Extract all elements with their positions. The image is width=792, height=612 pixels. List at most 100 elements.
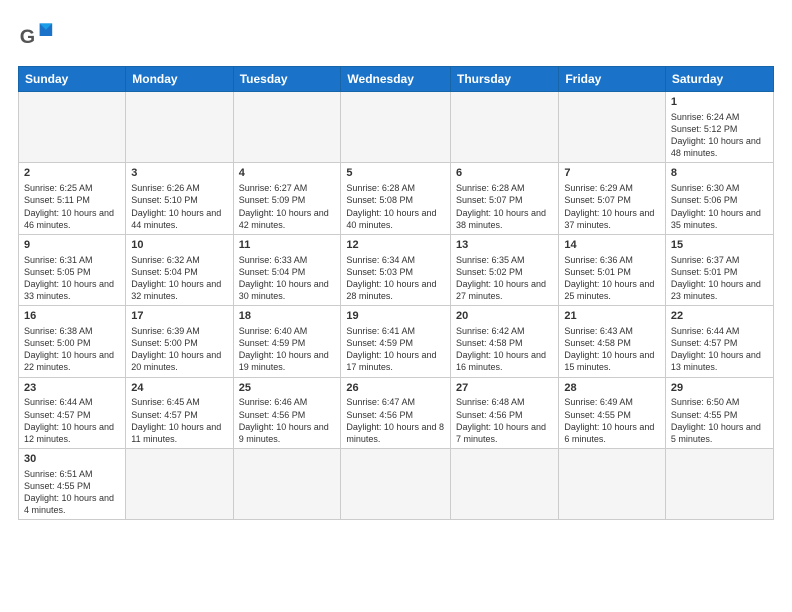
day-cell: 16Sunrise: 6:38 AM Sunset: 5:00 PM Dayli… [19,306,126,377]
day-number: 20 [456,309,553,324]
day-info: Sunrise: 6:44 AM Sunset: 4:57 PM Dayligh… [671,325,768,374]
day-info: Sunrise: 6:34 AM Sunset: 5:03 PM Dayligh… [346,254,445,303]
day-cell: 28Sunrise: 6:49 AM Sunset: 4:55 PM Dayli… [559,377,666,448]
week-row-2: 9Sunrise: 6:31 AM Sunset: 5:05 PM Daylig… [19,234,774,305]
header: G [18,18,774,54]
weekday-header-friday: Friday [559,67,666,92]
day-cell: 3Sunrise: 6:26 AM Sunset: 5:10 PM Daylig… [126,163,233,234]
day-number: 12 [346,238,445,253]
week-row-5: 30Sunrise: 6:51 AM Sunset: 4:55 PM Dayli… [19,449,774,520]
day-number: 7 [564,166,660,181]
day-number: 14 [564,238,660,253]
calendar: SundayMondayTuesdayWednesdayThursdayFrid… [18,66,774,520]
week-row-3: 16Sunrise: 6:38 AM Sunset: 5:00 PM Dayli… [19,306,774,377]
day-info: Sunrise: 6:39 AM Sunset: 5:00 PM Dayligh… [131,325,227,374]
day-cell: 4Sunrise: 6:27 AM Sunset: 5:09 PM Daylig… [233,163,341,234]
day-info: Sunrise: 6:47 AM Sunset: 4:56 PM Dayligh… [346,396,445,445]
day-cell: 22Sunrise: 6:44 AM Sunset: 4:57 PM Dayli… [665,306,773,377]
day-number: 16 [24,309,120,324]
day-cell: 7Sunrise: 6:29 AM Sunset: 5:07 PM Daylig… [559,163,666,234]
day-number: 17 [131,309,227,324]
day-cell [665,449,773,520]
day-number: 24 [131,381,227,396]
day-number: 27 [456,381,553,396]
day-info: Sunrise: 6:43 AM Sunset: 4:58 PM Dayligh… [564,325,660,374]
day-info: Sunrise: 6:49 AM Sunset: 4:55 PM Dayligh… [564,396,660,445]
day-cell: 21Sunrise: 6:43 AM Sunset: 4:58 PM Dayli… [559,306,666,377]
day-info: Sunrise: 6:24 AM Sunset: 5:12 PM Dayligh… [671,111,768,160]
day-cell: 25Sunrise: 6:46 AM Sunset: 4:56 PM Dayli… [233,377,341,448]
day-cell: 13Sunrise: 6:35 AM Sunset: 5:02 PM Dayli… [451,234,559,305]
day-number: 13 [456,238,553,253]
day-info: Sunrise: 6:29 AM Sunset: 5:07 PM Dayligh… [564,182,660,231]
day-cell: 19Sunrise: 6:41 AM Sunset: 4:59 PM Dayli… [341,306,451,377]
day-cell [451,92,559,163]
weekday-header-saturday: Saturday [665,67,773,92]
day-cell: 26Sunrise: 6:47 AM Sunset: 4:56 PM Dayli… [341,377,451,448]
week-row-1: 2Sunrise: 6:25 AM Sunset: 5:11 PM Daylig… [19,163,774,234]
day-info: Sunrise: 6:42 AM Sunset: 4:58 PM Dayligh… [456,325,553,374]
day-cell: 29Sunrise: 6:50 AM Sunset: 4:55 PM Dayli… [665,377,773,448]
day-cell: 11Sunrise: 6:33 AM Sunset: 5:04 PM Dayli… [233,234,341,305]
logo: G [18,18,60,54]
day-cell: 30Sunrise: 6:51 AM Sunset: 4:55 PM Dayli… [19,449,126,520]
day-number: 26 [346,381,445,396]
day-info: Sunrise: 6:36 AM Sunset: 5:01 PM Dayligh… [564,254,660,303]
day-cell [126,449,233,520]
day-info: Sunrise: 6:27 AM Sunset: 5:09 PM Dayligh… [239,182,336,231]
day-cell [233,92,341,163]
day-cell: 10Sunrise: 6:32 AM Sunset: 5:04 PM Dayli… [126,234,233,305]
day-cell: 6Sunrise: 6:28 AM Sunset: 5:07 PM Daylig… [451,163,559,234]
day-cell: 17Sunrise: 6:39 AM Sunset: 5:00 PM Dayli… [126,306,233,377]
day-info: Sunrise: 6:25 AM Sunset: 5:11 PM Dayligh… [24,182,120,231]
day-info: Sunrise: 6:50 AM Sunset: 4:55 PM Dayligh… [671,396,768,445]
day-number: 4 [239,166,336,181]
day-cell [233,449,341,520]
day-info: Sunrise: 6:35 AM Sunset: 5:02 PM Dayligh… [456,254,553,303]
day-info: Sunrise: 6:40 AM Sunset: 4:59 PM Dayligh… [239,325,336,374]
weekday-header-wednesday: Wednesday [341,67,451,92]
day-info: Sunrise: 6:28 AM Sunset: 5:07 PM Dayligh… [456,182,553,231]
day-number: 8 [671,166,768,181]
day-number: 29 [671,381,768,396]
day-info: Sunrise: 6:26 AM Sunset: 5:10 PM Dayligh… [131,182,227,231]
day-cell: 9Sunrise: 6:31 AM Sunset: 5:05 PM Daylig… [19,234,126,305]
day-info: Sunrise: 6:41 AM Sunset: 4:59 PM Dayligh… [346,325,445,374]
day-cell: 23Sunrise: 6:44 AM Sunset: 4:57 PM Dayli… [19,377,126,448]
weekday-header-row: SundayMondayTuesdayWednesdayThursdayFrid… [19,67,774,92]
weekday-header-tuesday: Tuesday [233,67,341,92]
week-row-0: 1Sunrise: 6:24 AM Sunset: 5:12 PM Daylig… [19,92,774,163]
day-info: Sunrise: 6:46 AM Sunset: 4:56 PM Dayligh… [239,396,336,445]
day-cell: 14Sunrise: 6:36 AM Sunset: 5:01 PM Dayli… [559,234,666,305]
day-number: 6 [456,166,553,181]
day-info: Sunrise: 6:33 AM Sunset: 5:04 PM Dayligh… [239,254,336,303]
day-info: Sunrise: 6:31 AM Sunset: 5:05 PM Dayligh… [24,254,120,303]
day-number: 28 [564,381,660,396]
day-cell: 2Sunrise: 6:25 AM Sunset: 5:11 PM Daylig… [19,163,126,234]
day-cell [341,92,451,163]
day-number: 30 [24,452,120,467]
weekday-header-sunday: Sunday [19,67,126,92]
day-number: 1 [671,95,768,110]
day-number: 11 [239,238,336,253]
day-number: 5 [346,166,445,181]
page: G SundayMondayTuesdayWednesdayThursdayFr… [0,0,792,612]
day-number: 9 [24,238,120,253]
day-cell [341,449,451,520]
day-info: Sunrise: 6:45 AM Sunset: 4:57 PM Dayligh… [131,396,227,445]
weekday-header-monday: Monday [126,67,233,92]
day-cell: 24Sunrise: 6:45 AM Sunset: 4:57 PM Dayli… [126,377,233,448]
day-cell: 18Sunrise: 6:40 AM Sunset: 4:59 PM Dayli… [233,306,341,377]
day-cell: 1Sunrise: 6:24 AM Sunset: 5:12 PM Daylig… [665,92,773,163]
day-cell [559,449,666,520]
weekday-header-thursday: Thursday [451,67,559,92]
logo-icon: G [18,18,54,54]
day-info: Sunrise: 6:48 AM Sunset: 4:56 PM Dayligh… [456,396,553,445]
day-number: 23 [24,381,120,396]
day-cell [451,449,559,520]
day-number: 19 [346,309,445,324]
day-cell [19,92,126,163]
day-number: 18 [239,309,336,324]
day-number: 10 [131,238,227,253]
day-info: Sunrise: 6:38 AM Sunset: 5:00 PM Dayligh… [24,325,120,374]
